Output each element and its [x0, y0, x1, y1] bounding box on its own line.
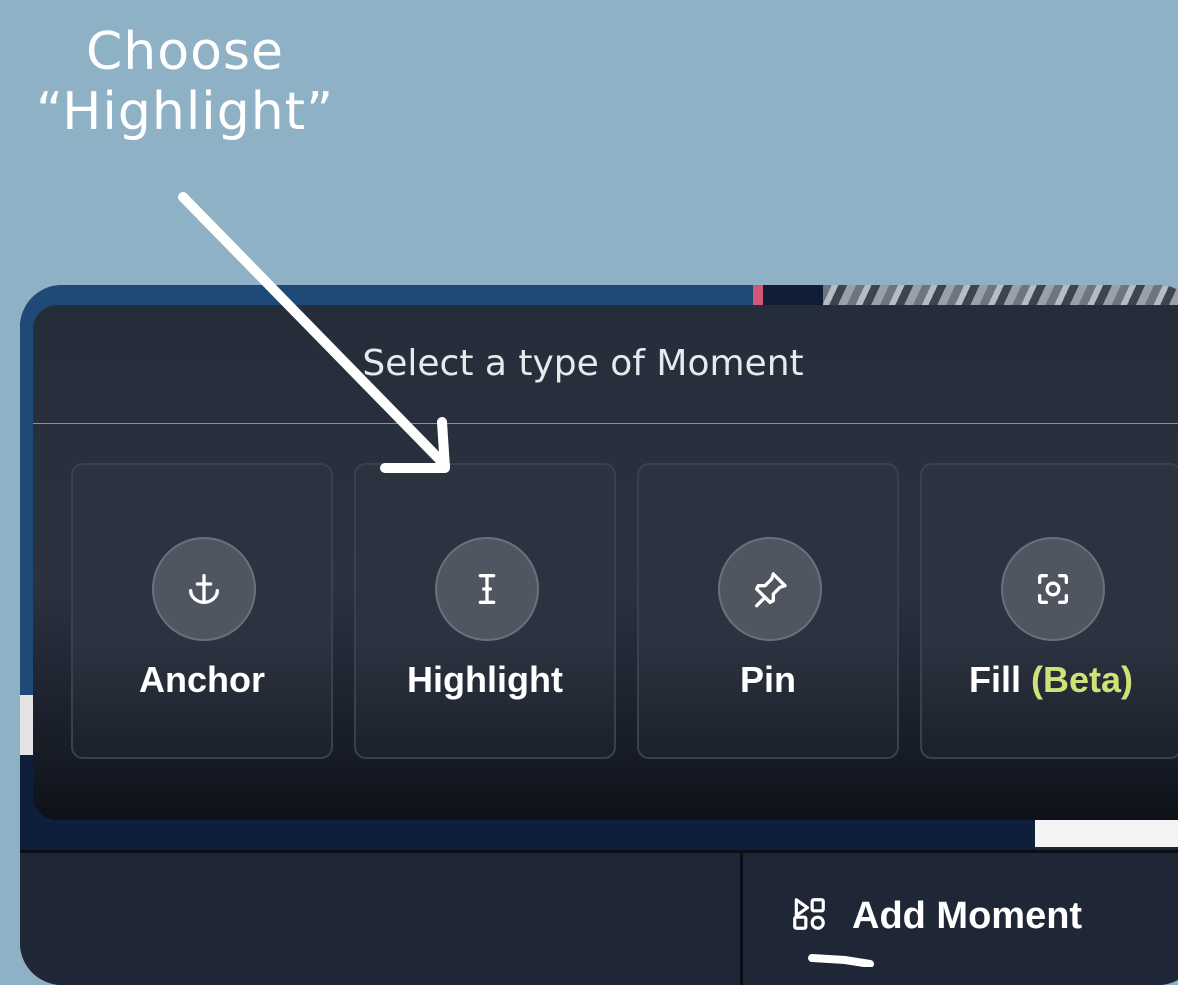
app-screen: Select a type of Moment Anchor Highlight…: [20, 285, 1178, 985]
moment-type-modal: Select a type of Moment Anchor Highlight…: [33, 305, 1178, 820]
instruction-text: Choose “Highlight”: [20, 22, 350, 142]
focus-icon: [1001, 537, 1105, 641]
bottom-toolbar: Add Moment: [20, 850, 1178, 985]
modal-divider: [33, 423, 1178, 424]
add-moment-button[interactable]: Add Moment: [790, 891, 1082, 941]
fill-label: Fill: [968, 659, 1021, 700]
moment-option-label: Pin: [739, 659, 796, 700]
instruction-line-2: “Highlight”: [35, 82, 335, 142]
modal-title: Select a type of Moment: [362, 343, 804, 384]
moment-option-anchor[interactable]: Anchor: [71, 463, 333, 759]
moment-option-fill[interactable]: Fill (Beta): [920, 463, 1178, 759]
beta-badge: (Beta): [1031, 659, 1134, 700]
moment-option-label: Fill (Beta): [922, 659, 1178, 701]
moment-option-pin[interactable]: Pin: [637, 463, 899, 759]
moment-option-highlight[interactable]: Highlight: [354, 463, 616, 759]
moment-option-label: Anchor: [139, 659, 265, 700]
shapes-icon: [790, 895, 828, 938]
anchor-icon: [152, 537, 256, 641]
instruction-line-1: Choose: [86, 22, 284, 82]
moment-option-label: Highlight: [407, 659, 563, 700]
pin-icon: [718, 537, 822, 641]
add-moment-label: Add Moment: [852, 894, 1083, 937]
text-cursor-icon: [435, 537, 539, 641]
